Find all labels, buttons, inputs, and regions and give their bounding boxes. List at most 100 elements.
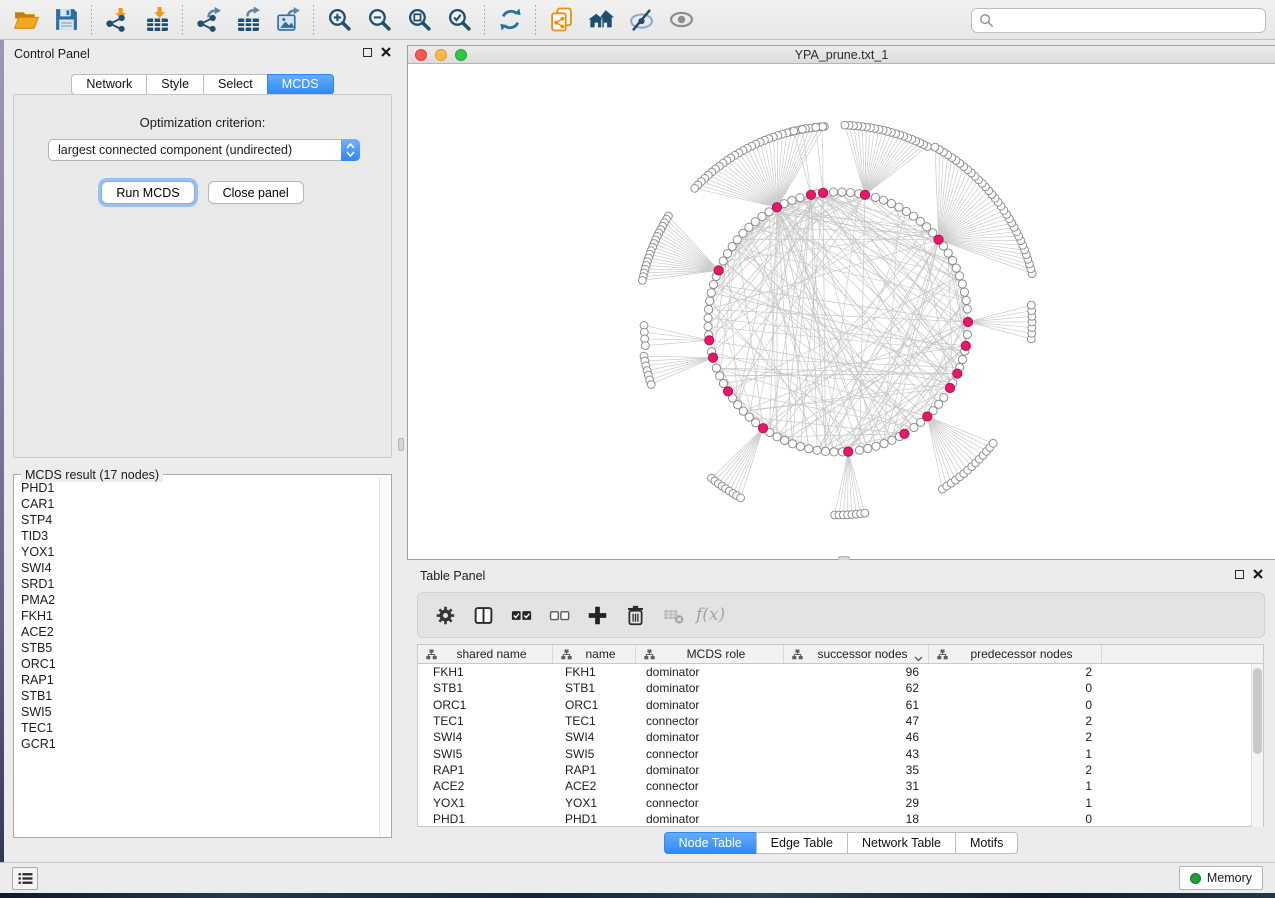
ring-node[interactable] xyxy=(773,433,781,441)
ring-node[interactable] xyxy=(887,199,895,207)
mcds-result-item[interactable]: RAP1 xyxy=(21,672,379,688)
ring-node[interactable] xyxy=(788,440,796,448)
ring-node[interactable] xyxy=(909,212,917,220)
table-row[interactable]: TEC1TEC1connector472 xyxy=(418,713,1263,729)
close-table-panel-icon[interactable] xyxy=(1253,569,1263,579)
ring-node[interactable] xyxy=(829,188,837,196)
panel-splitter-handle[interactable] xyxy=(398,438,404,451)
ring-node[interactable] xyxy=(963,305,971,313)
satellite-node[interactable] xyxy=(812,123,820,131)
ring-node[interactable] xyxy=(719,379,727,387)
satellite-node[interactable] xyxy=(647,381,655,389)
mcds-hub-node[interactable] xyxy=(961,341,970,350)
satellite-node[interactable] xyxy=(737,494,745,502)
ring-node[interactable] xyxy=(781,436,789,444)
table-row[interactable]: ORC1ORC1dominator610 xyxy=(418,697,1263,713)
tab-edge-table[interactable]: Edge Table xyxy=(756,832,848,854)
criterion-dropdown[interactable]: largest connected component (undirected) xyxy=(48,139,360,161)
ring-node[interactable] xyxy=(821,447,829,455)
satellite-node[interactable] xyxy=(691,184,699,192)
open-file-icon[interactable] xyxy=(6,4,46,36)
float-table-panel-icon[interactable] xyxy=(1235,570,1244,579)
ring-node[interactable] xyxy=(716,372,724,380)
ring-node[interactable] xyxy=(940,393,948,401)
column-header-name[interactable]: name xyxy=(553,645,636,663)
zoom-in-icon[interactable] xyxy=(319,4,359,36)
mcds-hub-node[interactable] xyxy=(953,369,962,378)
mcds-result-item[interactable]: CAR1 xyxy=(21,496,379,512)
ring-node[interactable] xyxy=(788,196,796,204)
ring-node[interactable] xyxy=(796,442,804,450)
network-canvas[interactable] xyxy=(408,64,1274,559)
run-mcds-button[interactable]: Run MCDS xyxy=(101,181,194,204)
ring-node[interactable] xyxy=(956,272,964,280)
column-header-shared-name[interactable]: shared name xyxy=(418,645,553,663)
mcds-hub-node[interactable] xyxy=(714,266,723,275)
table-scrollbar[interactable] xyxy=(1251,664,1263,827)
ring-node[interactable] xyxy=(958,355,966,363)
mcds-hub-node[interactable] xyxy=(860,190,869,199)
zoom-out-icon[interactable] xyxy=(359,4,399,36)
import-table-icon[interactable] xyxy=(137,4,177,36)
table-row[interactable]: YOX1YOX1connector291 xyxy=(418,794,1263,810)
tab-motifs[interactable]: Motifs xyxy=(955,832,1018,854)
ring-node[interactable] xyxy=(712,364,720,372)
ring-node[interactable] xyxy=(948,256,956,264)
show-all-nodes-icon[interactable] xyxy=(581,4,621,36)
ring-node[interactable] xyxy=(952,264,960,272)
ring-node[interactable] xyxy=(706,297,714,305)
mcds-result-item[interactable]: YOX1 xyxy=(21,544,379,560)
satellite-node[interactable] xyxy=(642,342,650,350)
close-panel-icon[interactable] xyxy=(381,47,391,57)
table-row[interactable]: RAP1RAP1dominator352 xyxy=(418,762,1263,778)
ring-node[interactable] xyxy=(855,446,863,454)
ring-node[interactable] xyxy=(705,305,713,313)
ring-node[interactable] xyxy=(728,242,736,250)
ring-node[interactable] xyxy=(888,436,896,444)
ring-node[interactable] xyxy=(707,289,715,297)
tab-node-table[interactable]: Node Table xyxy=(664,832,757,854)
ring-node[interactable] xyxy=(960,288,968,296)
export-network-icon[interactable] xyxy=(188,4,228,36)
mcds-result-list[interactable]: PHD1CAR1STP4TID3YOX1SWI4SRD1PMA2FKH1ACE2… xyxy=(15,477,379,836)
ring-node[interactable] xyxy=(879,196,887,204)
ring-node[interactable] xyxy=(838,188,846,196)
deselect-all-icon[interactable] xyxy=(544,600,574,630)
mcds-hub-node[interactable] xyxy=(708,353,717,362)
mcds-hub-node[interactable] xyxy=(806,190,815,199)
task-history-icon[interactable] xyxy=(12,867,38,890)
network-window-titlebar[interactable]: YPA_prune.txt_1 xyxy=(408,46,1275,64)
ring-node[interactable] xyxy=(872,442,880,450)
mcds-hub-node[interactable] xyxy=(900,429,909,438)
ring-node[interactable] xyxy=(963,330,971,338)
column-header-predecessor-nodes[interactable]: predecessor nodes xyxy=(929,645,1102,663)
mcds-list-scrollbar[interactable] xyxy=(379,477,390,836)
ring-node[interactable] xyxy=(895,203,903,211)
satellite-node[interactable] xyxy=(1027,301,1035,309)
ring-node[interactable] xyxy=(864,444,872,452)
memory-button[interactable]: Memory xyxy=(1179,866,1263,890)
column-header-successor-nodes[interactable]: successor nodes xyxy=(784,645,929,663)
table-row[interactable]: SWI4SWI4dominator462 xyxy=(418,729,1263,745)
refresh-icon[interactable] xyxy=(490,4,530,36)
mcds-result-item[interactable]: STB1 xyxy=(21,688,379,704)
column-header-MCDS-role[interactable]: MCDS role xyxy=(636,645,784,663)
add-entry-icon[interactable] xyxy=(582,600,612,630)
tab-network-table[interactable]: Network Table xyxy=(847,832,956,854)
tab-network[interactable]: Network xyxy=(71,74,147,95)
table-settings-icon[interactable] xyxy=(430,600,460,630)
search-box[interactable] xyxy=(971,8,1266,33)
mcds-hub-node[interactable] xyxy=(934,235,943,244)
satellite-node[interactable] xyxy=(931,143,939,151)
ring-node[interactable] xyxy=(846,189,854,197)
ring-node[interactable] xyxy=(813,446,821,454)
table-row[interactable]: FKH1FKH1dominator962 xyxy=(418,664,1263,680)
satellite-node[interactable] xyxy=(790,127,798,135)
search-input[interactable] xyxy=(994,9,1265,32)
mcds-hub-node[interactable] xyxy=(772,203,781,212)
zoom-fit-icon[interactable] xyxy=(399,4,439,36)
export-image-icon[interactable] xyxy=(268,4,308,36)
float-panel-icon[interactable] xyxy=(363,48,372,57)
import-network-icon[interactable] xyxy=(97,4,137,36)
ring-node[interactable] xyxy=(880,440,888,448)
